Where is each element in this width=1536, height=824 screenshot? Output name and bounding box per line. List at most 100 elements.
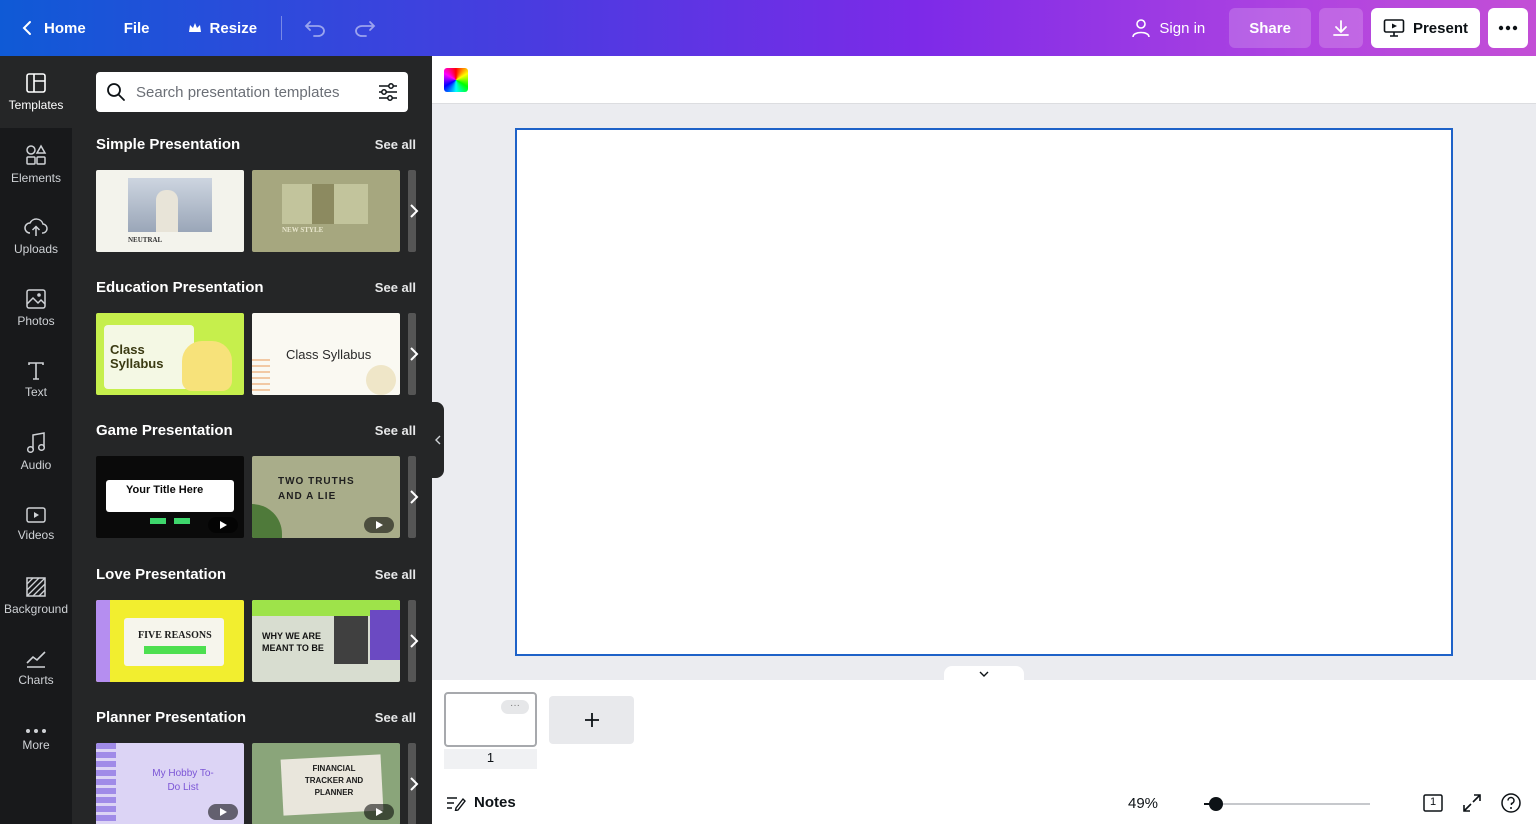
template-thumbnail[interactable]: My Hobby To-Do List [96,743,244,824]
photo-icon [26,289,46,309]
chevron-right-icon [410,490,419,504]
thumbnail-title: NEW STYLE [282,226,324,234]
rail-item-photos[interactable]: Photos [0,272,72,344]
see-all-link[interactable]: See all [375,710,416,725]
template-thumbnail[interactable]: Your Title Here [96,456,244,538]
user-icon [1132,19,1151,38]
rail-item-background[interactable]: Background [0,560,72,632]
color-picker-button[interactable] [444,68,468,92]
carousel-next-button[interactable] [404,483,424,511]
see-all-link[interactable]: See all [375,423,416,438]
download-icon [1333,20,1349,36]
share-label: Share [1249,19,1291,37]
template-thumbnail[interactable]: FINANCIAL TRACKER AND PLANNER [252,743,400,824]
collapse-panel-button[interactable] [432,402,444,478]
search-input[interactable]: Search presentation templates [136,84,378,101]
template-thumbnail[interactable]: Class Syllabus [96,313,244,395]
text-icon [28,362,44,380]
present-button[interactable]: Present [1370,8,1480,48]
see-all-link[interactable]: See all [375,280,416,295]
see-all-link[interactable]: See all [375,137,416,152]
carousel-next-button[interactable] [404,627,424,655]
background-icon [26,577,46,597]
template-thumbnail[interactable]: Class Syllabus [252,313,400,395]
hide-pages-button[interactable] [944,666,1024,682]
share-button[interactable]: Share [1229,8,1311,48]
file-label: File [123,19,150,37]
filter-icon[interactable] [378,82,398,102]
rail-item-charts[interactable]: Charts [0,632,72,704]
more-options-button[interactable] [1488,8,1528,48]
help-icon[interactable] [1500,792,1522,814]
rail-item-elements[interactable]: Elements [0,128,72,200]
rail-label-uploads: Uploads [13,242,59,256]
present-icon [1383,19,1405,37]
upload-icon [24,218,48,236]
page-thumbnail[interactable]: ··· [444,692,537,747]
template-search-box[interactable]: Search presentation templates [96,72,408,112]
rail-item-videos[interactable]: Videos [0,488,72,560]
rail-item-more[interactable]: More [0,704,72,776]
section-title: Game Presentation [96,421,233,439]
play-icon [376,808,383,816]
rail-item-uploads[interactable]: Uploads [0,200,72,272]
chevron-down-icon [979,671,989,677]
crown-icon [188,23,201,32]
video-badge [208,517,238,533]
rail-label-audio: Audio [20,458,52,472]
thumbnail-title: Class Syllabus [110,342,164,371]
thumbnail-title: My Hobby To-Do List [152,768,214,793]
section-title: Love Presentation [96,565,227,583]
file-menu-button[interactable]: File [112,8,162,48]
add-page-button[interactable] [549,696,634,744]
section-love-presentation: Love Presentation See all FIVE REASONS W… [96,564,419,682]
carousel-next-button[interactable] [404,770,424,798]
play-icon [376,521,383,529]
rail-label-more: More [22,738,50,752]
template-thumbnail[interactable]: NEW STYLE [252,170,400,252]
undo-button[interactable] [294,8,344,48]
ellipsis-icon [1498,25,1518,31]
section-simple-presentation: Simple Presentation See all NEUTRAL NEW … [96,134,419,252]
rail-label-text: Text [24,385,47,399]
section-game-presentation: Game Presentation See all Your Title Her… [96,420,419,538]
notes-button[interactable]: Notes [446,794,516,811]
redo-button[interactable] [344,8,394,48]
zoom-percentage[interactable]: 49% [1128,795,1158,812]
download-button[interactable] [1318,8,1363,48]
rail-label-elements: Elements [10,171,62,185]
templates-icon [26,73,46,93]
top-bar: Home File Resize Sign in Share Present [0,0,1536,56]
thumbnail-title: WHY WE ARE MEANT TO BE [262,631,324,653]
template-thumbnail[interactable]: FIVE REASONS [96,600,244,682]
carousel-next-button[interactable] [404,340,424,368]
undo-icon [304,21,325,37]
slide-canvas[interactable] [515,128,1453,656]
chevron-left-icon [22,21,31,35]
page-number: 1 [444,749,537,769]
sign-in-button[interactable]: Sign in [1119,8,1217,48]
page-count-button[interactable]: 1 [1422,793,1444,813]
see-all-link[interactable]: See all [375,567,416,582]
resize-label: Resize [209,19,258,37]
page-count: 1 [1429,796,1437,808]
zoom-slider-handle[interactable] [1208,797,1223,811]
rail-item-audio[interactable]: Audio [0,416,72,488]
template-thumbnail[interactable]: NEUTRAL [96,170,244,252]
carousel-next-button[interactable] [404,197,424,225]
zoom-slider[interactable] [1204,797,1370,811]
template-thumbnail[interactable]: WHY WE ARE MEANT TO BE [252,600,400,682]
video-badge [364,517,394,533]
template-thumbnail[interactable]: TWO TRUTHS AND A LIE [252,456,400,538]
home-button[interactable]: Home [8,8,98,48]
page-options-icon[interactable]: ··· [501,700,529,714]
section-title: Simple Presentation [96,135,241,153]
resize-button[interactable]: Resize [176,8,270,48]
thumbnail-title: Class Syllabus [286,347,372,362]
toolbar-divider [281,16,283,40]
rail-item-text[interactable]: Text [0,344,72,416]
section-title: Planner Presentation [96,708,247,726]
rail-item-templates[interactable]: Templates [0,56,72,128]
fullscreen-icon[interactable] [1462,793,1482,813]
search-icon [107,83,125,101]
